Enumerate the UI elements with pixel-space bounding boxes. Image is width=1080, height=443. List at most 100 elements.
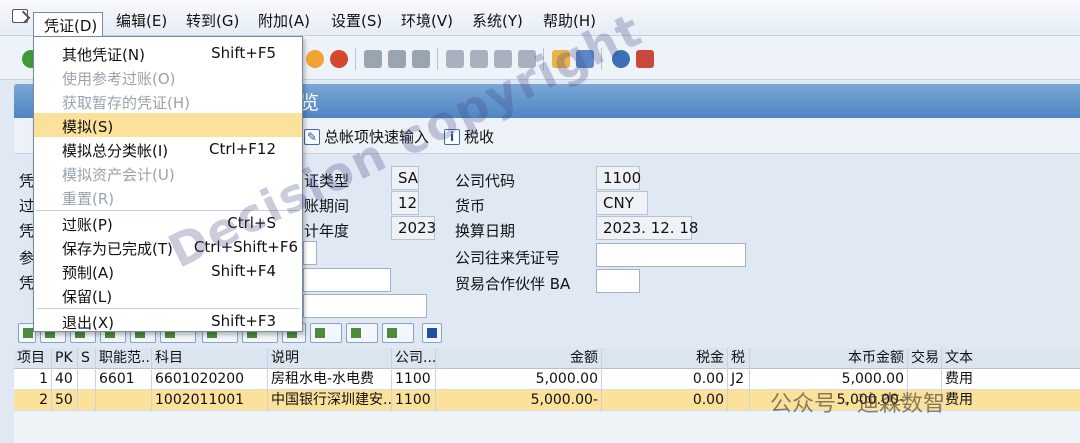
- table-tool-icon[interactable]: [310, 323, 342, 343]
- translation-date-field[interactable]: 2023. 12. 18: [596, 216, 698, 240]
- menu-item-other-document[interactable]: 其他凭证(N) Shift+F5: [34, 41, 302, 65]
- col-header-account[interactable]: 科目: [152, 348, 268, 369]
- menu-item-shortcut: Ctrl+F12: [209, 140, 276, 158]
- wechat-account-badge: 公众号 · 迪森数智: [770, 392, 945, 417]
- col-header-item[interactable]: 项目: [14, 348, 52, 369]
- intercompany-label: 公司往来凭证号: [455, 249, 561, 267]
- col-header-tax-amount[interactable]: 税金: [602, 348, 728, 369]
- menu-item-exit[interactable]: 退出(X) Shift+F3: [34, 309, 302, 333]
- cell-item: 2: [14, 390, 52, 411]
- menu-item-label: 使用参考过账(O): [62, 70, 176, 88]
- exit-icon[interactable]: [330, 50, 348, 68]
- left-label-5: 凭: [19, 274, 35, 292]
- left-label-1: 凭: [19, 172, 35, 190]
- menu-item-simulate-general-ledger[interactable]: 模拟总分类帐(I) Ctrl+F12: [34, 137, 302, 161]
- menu-item-post-with-reference: 使用参考过账(O): [34, 65, 302, 89]
- previous-page-icon[interactable]: [470, 50, 488, 68]
- menu-item-get-parked-document: 获取暂存的凭证(H): [34, 89, 302, 113]
- menu-extras[interactable]: 附加(A): [258, 10, 310, 31]
- cell-company: 1100: [392, 390, 436, 411]
- col-header-pk[interactable]: PK: [52, 348, 78, 369]
- cancel-icon[interactable]: [306, 50, 324, 68]
- cell-tax-amount: 0.00: [602, 390, 728, 411]
- cell-account: 6601020200: [152, 369, 268, 390]
- menu-system[interactable]: 系统(Y): [472, 10, 523, 31]
- currency-label: 货币: [455, 197, 486, 215]
- menu-item-hold[interactable]: 保留(L): [34, 283, 302, 307]
- menu-item-label: 获取暂存的凭证(H): [62, 94, 190, 112]
- first-page-icon[interactable]: [446, 50, 464, 68]
- menu-bar: 凭证(D) 编辑(E) 转到(G) 附加(A) 设置(S) 环境(V) 系统(Y…: [0, 0, 1080, 36]
- cell-description: 中国银行深圳建安...: [268, 390, 392, 411]
- cell-amount: 5,000.00: [436, 369, 602, 390]
- menu-item-shortcut: Shift+F3: [211, 312, 276, 330]
- menu-item-label: 模拟总分类帐(I): [62, 142, 169, 160]
- menu-environment[interactable]: 环境(V): [401, 10, 453, 31]
- grid-header: 项目 PK S 职能范... 科目 说明 公司... 金额 税金 税 本币金额 …: [14, 348, 1080, 369]
- cell-company: 1100: [392, 369, 436, 390]
- cell-functional-area: [96, 390, 152, 411]
- col-header-amount[interactable]: 金额: [436, 348, 602, 369]
- intercompany-field[interactable]: [596, 243, 746, 267]
- left-label-3: 凭: [19, 222, 35, 240]
- table-tool-icon[interactable]: [346, 323, 378, 343]
- menu-item-label: 保存为已完成(T): [62, 240, 173, 258]
- cell-account: 1002011001: [152, 390, 268, 411]
- menu-item-shortcut: Shift+F4: [211, 262, 276, 280]
- menu-goto[interactable]: 转到(G): [186, 10, 239, 31]
- find-icon[interactable]: [388, 50, 406, 68]
- table-info-icon[interactable]: [422, 323, 442, 343]
- menu-item-label: 过账(P): [62, 216, 113, 234]
- col-header-local-amount[interactable]: 本币金额: [750, 348, 908, 369]
- edit-icon: ✎: [304, 128, 320, 145]
- fiscal-year-field[interactable]: 2023: [391, 216, 436, 240]
- col-header-tax-code[interactable]: 税: [728, 348, 750, 369]
- menu-item-label: 退出(X): [62, 314, 114, 332]
- cell-text: 费用: [945, 371, 973, 387]
- find-next-icon[interactable]: [412, 50, 430, 68]
- document-header-text-field[interactable]: [303, 268, 391, 292]
- left-label-2: 过: [19, 197, 35, 215]
- trading-partner-field[interactable]: [596, 269, 640, 293]
- cell-functional-area: 6601: [96, 369, 152, 390]
- system-menu-icon[interactable]: [12, 9, 28, 23]
- menu-item-label: 预制(A): [62, 264, 114, 282]
- company-code-label: 公司代码: [455, 172, 516, 190]
- left-label-4: 参: [19, 249, 35, 267]
- partner-field[interactable]: [303, 294, 427, 318]
- trading-partner-label: 贸易合作伙伴 BA: [455, 275, 571, 293]
- cell-tax-code: [728, 390, 750, 411]
- menu-item-label: 模拟资产会计(U): [62, 166, 175, 184]
- cell-description: 房租水电-水电费: [268, 369, 392, 390]
- cell-pk: 50: [52, 390, 78, 411]
- cell-amount: 5,000.00-: [436, 390, 602, 411]
- currency-field[interactable]: CNY: [596, 191, 648, 215]
- menu-item-simulate[interactable]: 模拟(S): [34, 113, 302, 137]
- col-header-transaction[interactable]: 交易: [908, 348, 942, 369]
- cell-s: [78, 390, 96, 411]
- menu-item-label: 重置(R): [62, 190, 115, 208]
- reference-field[interactable]: [303, 241, 317, 265]
- col-header-s[interactable]: S: [78, 348, 96, 369]
- menu-item-label: 模拟(S): [62, 118, 114, 136]
- toolbar-separator: [437, 48, 438, 70]
- menu-edit[interactable]: 编辑(E): [116, 10, 167, 31]
- cell-s: [78, 369, 96, 390]
- menu-item-label: 其他凭证(N): [62, 46, 145, 64]
- col-header-description[interactable]: 说明: [268, 348, 392, 369]
- col-header-text[interactable]: 文本: [942, 348, 1080, 369]
- cell-text: 费用: [945, 392, 973, 408]
- menu-item-park[interactable]: 预制(A) Shift+F4: [34, 259, 302, 283]
- menu-item-shortcut: Shift+F5: [211, 44, 276, 62]
- toolbar-separator: [355, 48, 356, 70]
- translation-date-label: 换算日期: [455, 222, 516, 240]
- company-code-field[interactable]: 1100: [596, 166, 641, 190]
- table-tool-icon[interactable]: [382, 323, 414, 343]
- menu-settings[interactable]: 设置(S): [331, 10, 382, 31]
- print-icon[interactable]: [364, 50, 382, 68]
- menu-document[interactable]: 凭证(D): [33, 12, 103, 36]
- period-field[interactable]: 12: [391, 191, 419, 215]
- col-header-functional-area[interactable]: 职能范...: [96, 348, 152, 369]
- menu-item-label: 保留(L): [62, 288, 113, 306]
- col-header-company[interactable]: 公司...: [392, 348, 436, 369]
